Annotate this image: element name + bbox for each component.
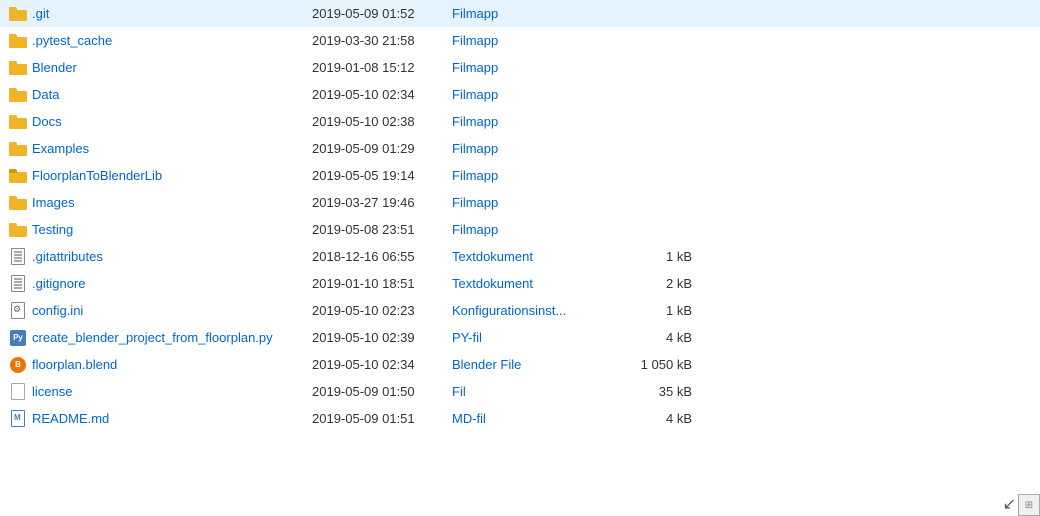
file-name[interactable]: .gitignore [32, 276, 312, 291]
file-size: 4 kB [612, 411, 692, 426]
list-item[interactable]: license2019-05-09 01:50Fil35 kB [0, 378, 1040, 405]
file-type: Blender File [452, 357, 612, 372]
file-type: Filmapp [452, 195, 612, 210]
file-type: PY-fil [452, 330, 612, 345]
md-file-icon [11, 410, 25, 427]
file-size: 35 kB [612, 384, 692, 399]
file-date: 2019-05-10 02:23 [312, 303, 452, 318]
file-type: Textdokument [452, 276, 612, 291]
file-type: Konfigurationsinst... [452, 303, 612, 318]
resize-icon[interactable]: ⊞ [1018, 494, 1040, 516]
list-item[interactable]: Examples2019-05-09 01:29Filmapp [0, 135, 1040, 162]
file-type: Filmapp [452, 60, 612, 75]
file-name[interactable]: Examples [32, 141, 312, 156]
file-size: 1 050 kB [612, 357, 692, 372]
file-type: Filmapp [452, 222, 612, 237]
list-item[interactable]: Images2019-03-27 19:46Filmapp [0, 189, 1040, 216]
list-item[interactable]: FloorplanToBlenderLib2019-05-05 19:14Fil… [0, 162, 1040, 189]
file-type: Filmapp [452, 6, 612, 21]
list-item[interactable]: .pytest_cache2019-03-30 21:58Filmapp [0, 27, 1040, 54]
blender-file-icon: B [10, 357, 26, 373]
folder-icon [9, 7, 27, 21]
file-size: 2 kB [612, 276, 692, 291]
file-type: Filmapp [452, 141, 612, 156]
file-name[interactable]: FloorplanToBlenderLib [32, 168, 312, 183]
text-file-icon [11, 248, 25, 265]
list-item[interactable]: Bfloorplan.blend2019-05-10 02:34Blender … [0, 351, 1040, 378]
folder-icon [9, 196, 27, 210]
list-item[interactable]: Py create_blender_project_from_floorplan.… [0, 324, 1040, 351]
list-item[interactable]: .gitignore2019-01-10 18:51Textdokument2 … [0, 270, 1040, 297]
list-item[interactable]: .git2019-05-09 01:52Filmapp [0, 0, 1040, 27]
file-date: 2019-01-10 18:51 [312, 276, 452, 291]
folder-icon [9, 169, 27, 183]
file-name[interactable]: floorplan.blend [32, 357, 312, 372]
file-name[interactable]: Docs [32, 114, 312, 129]
resize-arrow-icon: ↙ [1003, 494, 1016, 514]
file-name[interactable]: Data [32, 87, 312, 102]
list-item[interactable]: Data2019-05-10 02:34Filmapp [0, 81, 1040, 108]
file-date: 2019-05-08 23:51 [312, 222, 452, 237]
file-date: 2019-05-09 01:51 [312, 411, 452, 426]
folder-icon [9, 88, 27, 102]
text-file-icon [11, 275, 25, 292]
file-list: .git2019-05-09 01:52Filmapp.pytest_cache… [0, 0, 1040, 432]
file-date: 2019-05-09 01:29 [312, 141, 452, 156]
file-name[interactable]: license [32, 384, 312, 399]
file-date: 2019-05-10 02:39 [312, 330, 452, 345]
file-name[interactable]: Blender [32, 60, 312, 75]
file-date: 2019-05-09 01:50 [312, 384, 452, 399]
file-name[interactable]: .gitattributes [32, 249, 312, 264]
file-size: 1 kB [612, 249, 692, 264]
file-type: Fil [452, 384, 612, 399]
folder-icon [9, 61, 27, 75]
file-type: Filmapp [452, 87, 612, 102]
file-date: 2019-05-10 02:34 [312, 357, 452, 372]
file-date: 2019-05-05 19:14 [312, 168, 452, 183]
file-name[interactable]: Testing [32, 222, 312, 237]
python-file-icon: Py [10, 330, 26, 346]
list-item[interactable]: config.ini2019-05-10 02:23Konfigurations… [0, 297, 1040, 324]
list-item[interactable]: .gitattributes2018-12-16 06:55Textdokume… [0, 243, 1040, 270]
file-type: MD-fil [452, 411, 612, 426]
file-size: 4 kB [612, 330, 692, 345]
file-name[interactable]: .pytest_cache [32, 33, 312, 48]
file-date: 2019-05-10 02:38 [312, 114, 452, 129]
list-item[interactable]: README.md2019-05-09 01:51MD-fil4 kB [0, 405, 1040, 432]
folder-icon [9, 142, 27, 156]
folder-icon [9, 223, 27, 237]
list-item[interactable]: Testing2019-05-08 23:51Filmapp [0, 216, 1040, 243]
folder-icon [9, 34, 27, 48]
file-date: 2019-01-08 15:12 [312, 60, 452, 75]
config-file-icon [11, 302, 25, 319]
file-type: Textdokument [452, 249, 612, 264]
folder-icon [9, 115, 27, 129]
file-date: 2019-03-27 19:46 [312, 195, 452, 210]
file-name[interactable]: config.ini [32, 303, 312, 318]
generic-file-icon [11, 383, 25, 400]
file-name[interactable]: Images [32, 195, 312, 210]
file-date: 2019-03-30 21:58 [312, 33, 452, 48]
file-date: 2019-05-10 02:34 [312, 87, 452, 102]
list-item[interactable]: Blender2019-01-08 15:12Filmapp [0, 54, 1040, 81]
file-date: 2018-12-16 06:55 [312, 249, 452, 264]
file-type: Filmapp [452, 33, 612, 48]
file-date: 2019-05-09 01:52 [312, 6, 452, 21]
file-name[interactable]: README.md [32, 411, 312, 426]
file-size: 1 kB [612, 303, 692, 318]
file-type: Filmapp [452, 168, 612, 183]
file-type: Filmapp [452, 114, 612, 129]
list-item[interactable]: Docs2019-05-10 02:38Filmapp [0, 108, 1040, 135]
file-name[interactable]: .git [32, 6, 312, 21]
file-name[interactable]: create_blender_project_from_floorplan.py [32, 330, 312, 345]
